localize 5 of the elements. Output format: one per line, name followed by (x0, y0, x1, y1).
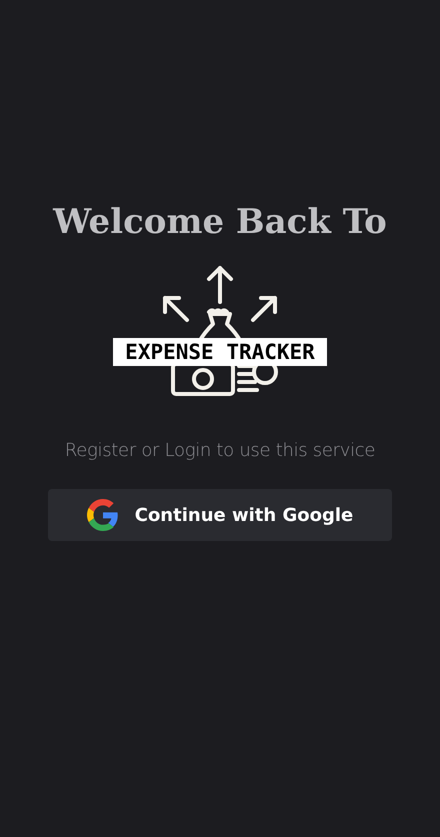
google-sign-in-button[interactable]: Continue with Google (48, 489, 392, 541)
welcome-heading: Welcome Back To (53, 202, 387, 242)
google-icon (86, 499, 119, 531)
subtitle: Register or Login to use this service (64, 440, 376, 461)
logo-banner: EXPENSE TRACKER (113, 338, 327, 366)
